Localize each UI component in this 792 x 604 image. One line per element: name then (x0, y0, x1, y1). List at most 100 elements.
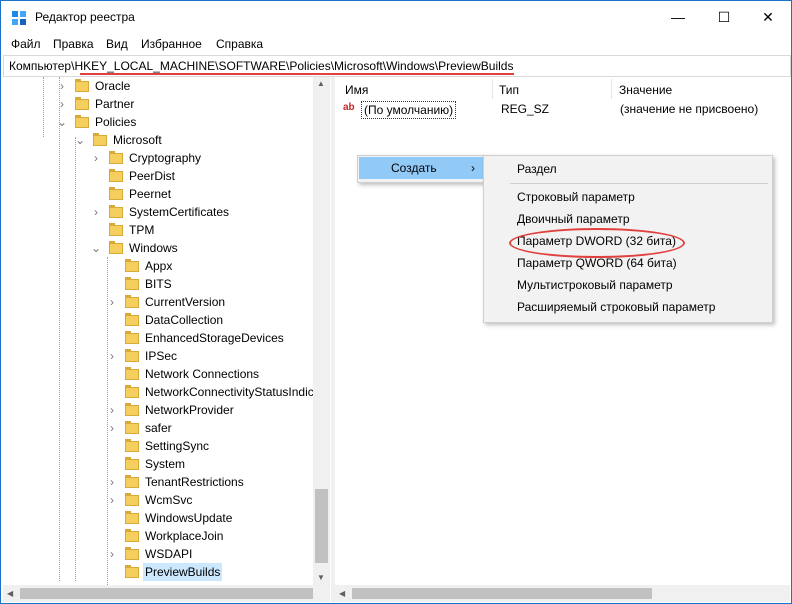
submenu-item[interactable]: Раздел (484, 158, 770, 180)
tree-item-label: NetworkProvider (145, 403, 234, 417)
tree-item[interactable]: Appx (3, 257, 313, 275)
tree-hscroll-thumb[interactable] (20, 588, 313, 599)
chevron-right-icon[interactable]: › (91, 206, 101, 218)
window-title: Редактор реестра (35, 10, 135, 24)
tree-item[interactable]: › SystemCertificates (3, 203, 313, 221)
column-header-name[interactable]: Имя (345, 83, 368, 97)
registry-tree[interactable]: › Oracle › Partner ⌄ Policies ⌄ Microsoft › Crypt… (3, 77, 330, 585)
tree-item[interactable]: System (3, 455, 313, 473)
tree-item[interactable]: BITS (3, 275, 313, 293)
folder-icon (75, 97, 89, 111)
submenu-item-label: Двоичный параметр (517, 212, 630, 226)
address-bar[interactable]: Компьютер\HKEY_LOCAL_MACHINE\SOFTWARE\Po… (3, 55, 791, 77)
tree-item[interactable]: WindowsUpdate (3, 509, 313, 527)
tree-item-label: Oracle (95, 79, 131, 93)
tree-scroll-thumb[interactable] (315, 489, 328, 563)
folder-icon (125, 367, 139, 381)
scroll-left-icon[interactable]: ◀ (339, 589, 345, 598)
menu-file[interactable]: Файл (11, 37, 41, 51)
registry-editor-window: Редактор реестра — ☐ ✕ Файл Правка Вид И… (0, 0, 792, 604)
tree-item-label: WindowsUpdate (145, 511, 233, 525)
tree-item[interactable]: ⌄ Policies (3, 113, 313, 131)
folder-icon (109, 169, 123, 183)
scroll-down-icon[interactable]: ▼ (317, 573, 325, 582)
submenu-item[interactable]: Мультистроковый параметр (484, 274, 770, 296)
context-menu: Создать › (357, 155, 487, 183)
submenu-item[interactable]: Расширяемый строковый параметр (484, 296, 770, 318)
value-data: (значение не присвоено) (620, 102, 759, 116)
tree-item[interactable]: DataCollection (3, 311, 313, 329)
tree-item[interactable]: › NetworkProvider (3, 401, 313, 419)
column-header-type[interactable]: Тип (499, 83, 519, 97)
values-list[interactable]: Имя Тип Значение ab (По умолчанию) REG_S… (335, 77, 790, 585)
submenu-item[interactable]: Строковый параметр (484, 186, 770, 208)
tree-item-label: TPM (129, 223, 155, 237)
tree-guide-line (59, 77, 61, 581)
tree-item-label: EnhancedStorageDevices (145, 331, 284, 345)
scroll-up-icon[interactable]: ▲ (317, 79, 325, 88)
context-menu-create[interactable]: Создать › (359, 157, 485, 179)
column-separator[interactable] (611, 79, 612, 99)
tree-item[interactable]: › Cryptography (3, 149, 313, 167)
tree-item[interactable]: EnhancedStorageDevices (3, 329, 313, 347)
tree-item[interactable]: Peernet (3, 185, 313, 203)
close-button[interactable]: ✕ (745, 1, 791, 33)
column-header-value[interactable]: Значение (619, 83, 672, 97)
chevron-right-icon[interactable]: › (91, 152, 101, 164)
tree-guide-line (75, 137, 77, 581)
column-separator[interactable] (492, 79, 493, 99)
scroll-left-icon[interactable]: ◀ (7, 589, 13, 598)
tree-item[interactable]: › safer (3, 419, 313, 437)
tree-horizontal-scrollbar[interactable]: ◀ (3, 585, 330, 602)
menu-edit[interactable]: Правка (53, 37, 94, 51)
registry-editor-icon (12, 11, 26, 25)
submenu-item-label: Мультистроковый параметр (517, 278, 673, 292)
tree-item-label: SystemCertificates (129, 205, 230, 219)
value-type: REG_SZ (501, 102, 550, 116)
tree-item-label: Network Connections (145, 367, 260, 381)
tree-item[interactable]: ⌄ Microsoft (3, 131, 313, 149)
list-hscroll-thumb[interactable] (352, 588, 652, 599)
tree-item-label: BITS (145, 277, 172, 291)
tree-item-label: System (145, 457, 186, 471)
tree-item[interactable]: Network Connections (3, 365, 313, 383)
tree-item-label: Windows (129, 241, 178, 255)
tree-item[interactable]: TPM (3, 221, 313, 239)
folder-icon (125, 259, 139, 273)
tree-item[interactable]: › WSDAPI (3, 545, 313, 563)
tree-guide-line (107, 257, 109, 585)
minimize-button[interactable]: — (655, 1, 701, 33)
menu-favorites[interactable]: Избранное (141, 37, 202, 51)
submenu-item[interactable]: Двоичный параметр (484, 208, 770, 230)
chevron-down-icon[interactable]: ⌄ (91, 242, 101, 254)
title-bar[interactable]: Редактор реестра — ☐ ✕ (1, 1, 791, 33)
tree-item[interactable]: PreviewBuilds (3, 563, 313, 581)
folder-icon (93, 133, 107, 147)
list-horizontal-scrollbar[interactable]: ◀ (335, 585, 790, 602)
create-label: Создать (391, 161, 437, 175)
table-row[interactable]: ab (По умолчанию) REG_SZ (значение не пр… (339, 101, 789, 119)
tree-item-label: WorkplaceJoin (145, 529, 224, 543)
tree-item[interactable]: PeerDist (3, 167, 313, 185)
tree-vertical-scrollbar[interactable]: ▲ ▼ (313, 77, 330, 585)
menu-view[interactable]: Вид (106, 37, 128, 51)
tree-item[interactable]: › IPSec (3, 347, 313, 365)
menu-help[interactable]: Справка (216, 37, 263, 51)
folder-icon (125, 349, 139, 363)
maximize-button[interactable]: ☐ (701, 1, 747, 33)
tree-item-label: WcmSvc (145, 493, 193, 507)
tree-item[interactable]: › CurrentVersion (3, 293, 313, 311)
tree-item[interactable]: NetworkConnectivityStatusIndica (3, 383, 320, 401)
tree-item[interactable]: SettingSync (3, 437, 313, 455)
tree-item[interactable]: › TenantRestrictions (3, 473, 313, 491)
tree-item[interactable]: › WcmSvc (3, 491, 313, 509)
tree-item-label: DataCollection (145, 313, 224, 327)
string-value-icon: ab (343, 102, 355, 113)
address-path[interactable]: Компьютер\HKEY_LOCAL_MACHINE\SOFTWARE\Po… (9, 59, 513, 73)
folder-icon (125, 475, 139, 489)
tree-item[interactable]: › Oracle (3, 77, 313, 95)
tree-item-label: Peernet (129, 187, 172, 201)
tree-item[interactable]: › Partner (3, 95, 313, 113)
tree-item[interactable]: WorkplaceJoin (3, 527, 313, 545)
tree-item[interactable]: ⌄ Windows (3, 239, 313, 257)
